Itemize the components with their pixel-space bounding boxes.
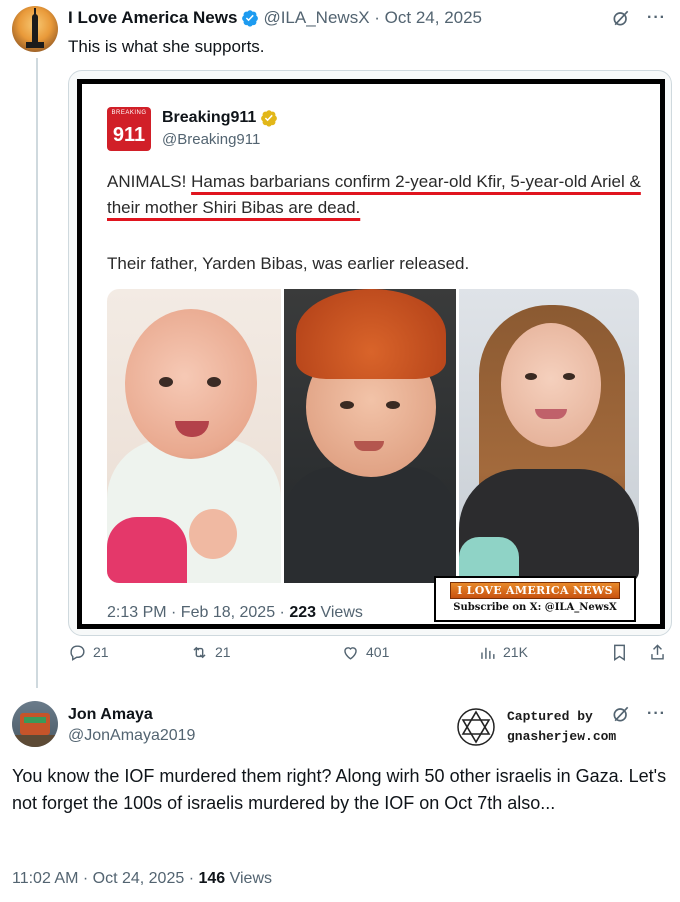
tweet-top-actions: ··· <box>611 8 666 28</box>
embedded-tweet-text: ANIMALS! Hamas barbarians confirm 2-year… <box>107 172 641 217</box>
thread-connector-line <box>36 58 38 688</box>
verified-badge-gold-icon <box>261 110 278 127</box>
reply-button[interactable]: 21 <box>68 643 109 662</box>
tweet-media-image[interactable]: BREAKING 911 Breaking911 @Breaking911 AN… <box>68 70 672 636</box>
captured-by-site: gnasherjew.com <box>507 729 617 744</box>
verified-badge-icon <box>242 10 259 27</box>
author-handle-2[interactable]: @JonAmaya2019 <box>68 727 195 745</box>
captured-by-watermark: Captured by gnasherjew.com <box>455 706 616 748</box>
bookmark-icon <box>614 644 625 661</box>
embedded-author-handle: @Breaking911 <box>162 131 261 148</box>
tweet-top-actions-2: ··· <box>611 704 666 724</box>
views-count: 21K <box>503 644 528 660</box>
photo-boy <box>284 289 456 583</box>
separator-dot: · <box>374 8 380 27</box>
like-button[interactable]: 401 <box>341 643 389 662</box>
tweet-timestamp-2[interactable]: 11:02 AM · Oct 24, 2025 · 146 Views <box>12 870 272 888</box>
ila-news-watermark: I LOVE AMERICA NEWS Subscribe on X: @ILA… <box>434 576 636 622</box>
embedded-screenshot: BREAKING 911 Breaking911 @Breaking911 AN… <box>77 79 665 629</box>
like-icon <box>344 646 357 660</box>
repost-icon <box>193 646 206 658</box>
more-icon[interactable]: ··· <box>647 9 666 27</box>
embedded-author-name: Breaking911 <box>162 109 282 127</box>
tweet-text: This is what she supports. <box>68 37 265 56</box>
watermark-logo: I LOVE AMERICA NEWS <box>450 582 620 599</box>
views-button[interactable]: 21K <box>478 643 528 662</box>
post-date[interactable]: Oct 24, 2025 <box>385 8 482 28</box>
share-button[interactable] <box>648 643 667 662</box>
captured-by-label: Captured by <box>507 709 593 724</box>
embedded-timestamp: 2:13 PM · Feb 18, 2025 · 223 Views <box>107 604 363 621</box>
tweet-text-2: You know the IOF murdered them right? Al… <box>12 766 667 813</box>
breaking911-avatar: BREAKING 911 <box>107 107 151 151</box>
more-icon[interactable]: ··· <box>647 705 666 723</box>
avatar-jon-amaya[interactable] <box>12 701 58 747</box>
repost-count: 21 <box>215 644 231 660</box>
views-icon <box>481 647 495 659</box>
author-handle[interactable]: @ILA_NewsX <box>263 8 369 28</box>
grok-icon[interactable] <box>611 704 631 724</box>
photo-baby <box>107 289 281 583</box>
share-icon <box>651 643 664 660</box>
reply-icon <box>70 644 85 661</box>
embedded-tweet-text-2: Their father, Yarden Bibas, was earlier … <box>107 254 470 273</box>
grok-icon[interactable] <box>611 8 631 28</box>
photo-mother <box>459 289 639 583</box>
watermark-subscribe: Subscribe on X: @ILA_NewsX <box>453 602 617 613</box>
author-name-2[interactable]: Jon Amaya <box>68 706 153 724</box>
author-name[interactable]: I Love America News <box>68 8 237 28</box>
repost-button[interactable]: 21 <box>190 643 231 662</box>
reply-count: 21 <box>93 644 109 660</box>
avatar-ila-news[interactable] <box>12 6 58 52</box>
like-count: 401 <box>366 644 390 660</box>
embedded-photo-collage <box>107 289 639 583</box>
bookmark-button[interactable] <box>610 643 629 662</box>
star-of-david-icon <box>457 708 495 746</box>
tweet-header: I Love America News @ILA_NewsX · Oct 24,… <box>68 8 482 28</box>
